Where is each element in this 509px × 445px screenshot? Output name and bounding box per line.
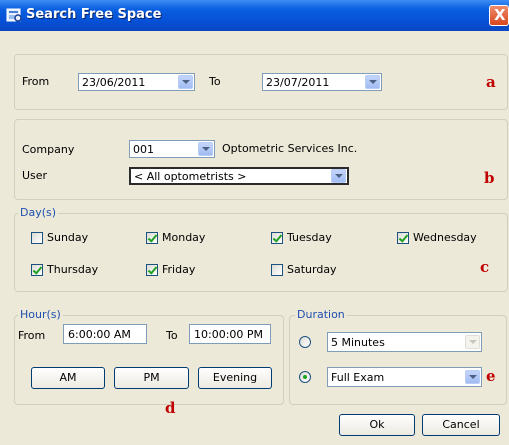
duration-minutes-value: 5 Minutes: [331, 336, 385, 349]
chevron-down-icon[interactable]: [178, 75, 193, 89]
hour-from-label: From: [18, 329, 46, 342]
user-label: User: [22, 169, 48, 182]
checkbox-box[interactable]: [271, 232, 283, 244]
sunday-label: Sunday: [47, 231, 89, 244]
duration-option-5-minutes-radio[interactable]: [299, 336, 311, 348]
company-value: 001: [133, 143, 154, 156]
hour-from-value: 6:00:00 AM: [68, 328, 131, 341]
chevron-down-icon[interactable]: [365, 75, 380, 89]
user-value: < All optometrists >: [134, 170, 247, 183]
duration-minutes-select: 5 Minutes: [327, 332, 482, 352]
search-free-space-dialog: Search Free Space X From 23/06/2011 To 2…: [0, 0, 509, 445]
checkbox-box[interactable]: [397, 232, 409, 244]
window-title: Search Free Space: [26, 7, 162, 22]
from-date-label: From: [22, 75, 50, 88]
from-date-value: 23/06/2011: [82, 76, 146, 89]
saturday-label: Saturday: [287, 263, 337, 276]
duration-exam-select[interactable]: Full Exam: [327, 367, 482, 387]
evening-button[interactable]: Evening: [198, 367, 272, 389]
chevron-down-icon: [465, 335, 480, 349]
checkbox-box[interactable]: [31, 264, 43, 276]
marker-e: e: [486, 367, 496, 385]
user-select[interactable]: < All optometrists >: [129, 167, 349, 185]
checkbox-box[interactable]: [31, 232, 43, 244]
ok-button[interactable]: Ok: [339, 414, 415, 436]
checkbox-box[interactable]: [271, 264, 283, 276]
thursday-label: Thursday: [47, 263, 99, 276]
cancel-button[interactable]: Cancel: [422, 414, 500, 436]
wednesday-label: Wednesday: [413, 231, 477, 244]
app-icon: [6, 8, 22, 22]
hours-legend: Hour(s): [18, 308, 63, 321]
days-panel: [14, 213, 508, 292]
close-icon: X: [494, 6, 506, 24]
title-bar[interactable]: Search Free Space X: [0, 0, 509, 31]
duration-panel: [289, 315, 507, 405]
chevron-down-icon[interactable]: [465, 370, 480, 384]
company-name: Optometric Services Inc.: [222, 142, 358, 155]
marker-a: a: [486, 73, 496, 91]
company-label: Company: [22, 143, 75, 156]
checkbox-box[interactable]: [146, 232, 158, 244]
to-date-label: To: [209, 75, 221, 88]
company-panel: [14, 119, 508, 200]
hour-from-input[interactable]: 6:00:00 AM: [63, 324, 147, 344]
duration-legend: Duration: [295, 308, 347, 321]
marker-d: d: [165, 399, 176, 417]
to-date-picker[interactable]: 23/07/2011: [262, 73, 382, 91]
duration-exam-value: Full Exam: [331, 371, 385, 384]
to-date-value: 23/07/2011: [266, 76, 330, 89]
close-button[interactable]: X: [489, 5, 509, 26]
friday-label: Friday: [162, 263, 196, 276]
am-button[interactable]: AM: [31, 367, 105, 389]
tuesday-label: Tuesday: [287, 231, 332, 244]
days-legend: Day(s): [18, 206, 59, 219]
marker-c: c: [480, 258, 490, 276]
chevron-down-icon[interactable]: [331, 169, 346, 183]
pm-button[interactable]: PM: [114, 367, 189, 389]
monday-label: Monday: [162, 231, 206, 244]
hour-to-value: 10:00:00 PM: [194, 328, 264, 341]
marker-b: b: [484, 169, 495, 187]
duration-option-full-exam-radio[interactable]: [299, 371, 311, 383]
hour-to-label: To: [166, 329, 178, 342]
chevron-down-icon[interactable]: [198, 142, 213, 156]
checkbox-box[interactable]: [146, 264, 158, 276]
company-select[interactable]: 001: [129, 140, 215, 158]
from-date-picker[interactable]: 23/06/2011: [78, 73, 195, 91]
hour-to-input[interactable]: 10:00:00 PM: [189, 324, 271, 344]
